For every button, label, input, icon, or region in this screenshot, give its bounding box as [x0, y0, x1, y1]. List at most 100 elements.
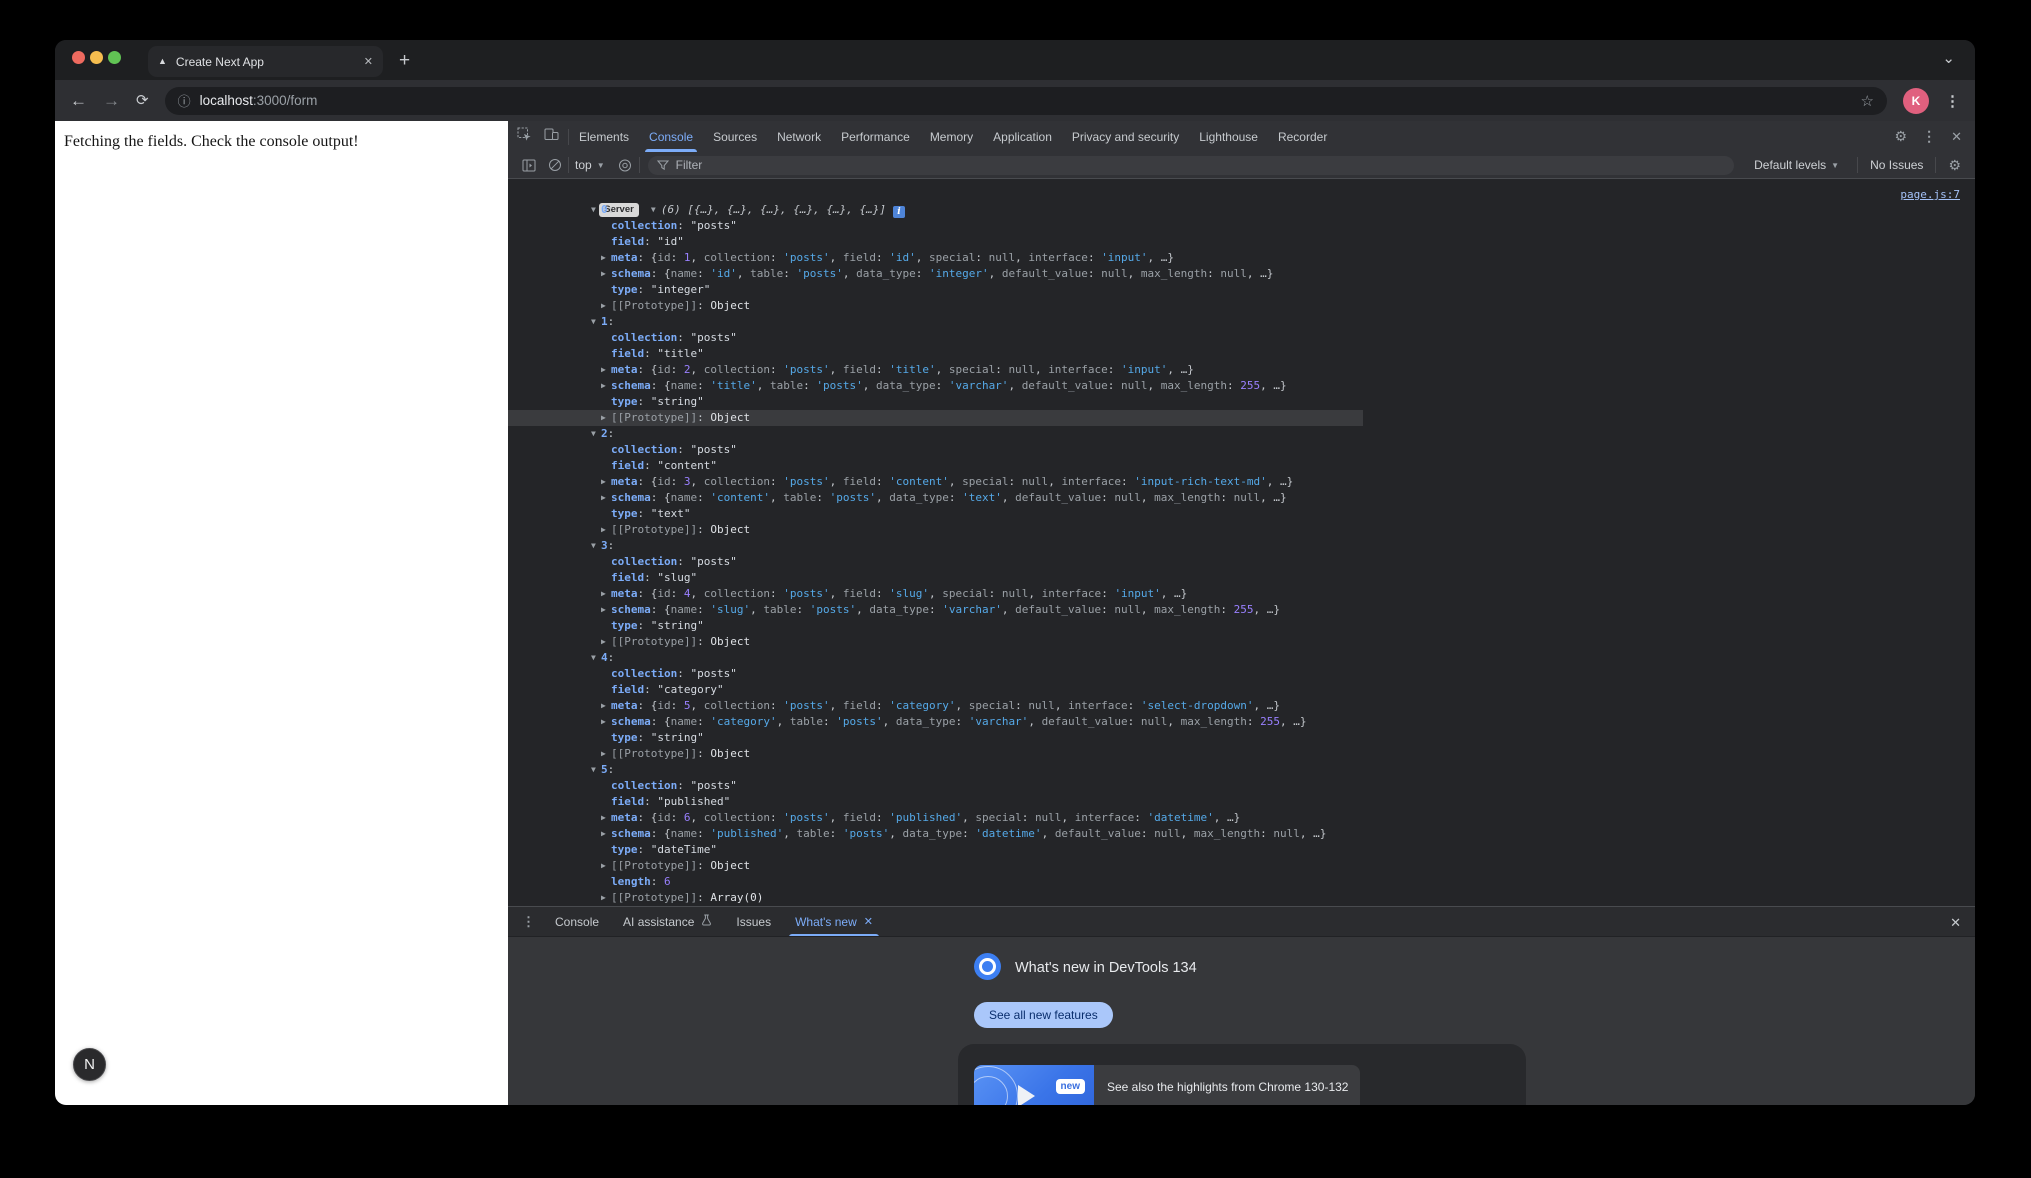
console-row: ▼2:: [508, 426, 1975, 442]
console-token: , …}: [1148, 251, 1175, 264]
log-levels-dropdown[interactable]: Default levels▼: [1754, 158, 1839, 172]
expand-arrow[interactable]: ▶: [601, 890, 611, 906]
console-token: :: [671, 475, 684, 488]
console-token: :: [1128, 715, 1141, 728]
tab-privacy-and-security[interactable]: Privacy and security: [1062, 121, 1189, 152]
expand-arrow[interactable]: ▶: [601, 298, 611, 314]
expand-arrow[interactable]: ▶: [601, 266, 611, 282]
close-window-button[interactable]: [72, 51, 85, 64]
execution-context-selector[interactable]: top▼: [575, 158, 605, 172]
expand-arrow[interactable]: ▶: [601, 362, 611, 378]
close-tab-icon[interactable]: ✕: [864, 915, 873, 928]
expand-arrow[interactable]: ▶: [601, 378, 611, 394]
tab-performance[interactable]: Performance: [831, 121, 920, 152]
tab-network[interactable]: Network: [767, 121, 831, 152]
tab-elements[interactable]: Elements: [569, 121, 639, 152]
console-sidebar-icon[interactable]: [522, 159, 536, 172]
console-token: schema: [611, 603, 651, 616]
tab-console[interactable]: Console: [543, 907, 611, 936]
tab-issues[interactable]: Issues: [724, 907, 783, 936]
expand-arrow[interactable]: ▶: [601, 250, 611, 266]
minimize-window-button[interactable]: [90, 51, 103, 64]
tab-recorder[interactable]: Recorder: [1268, 121, 1337, 152]
see-all-features-button[interactable]: See all new features: [974, 1002, 1113, 1028]
console-token: : {: [651, 379, 671, 392]
issues-counter[interactable]: No Issues: [1870, 158, 1923, 172]
expand-arrow[interactable]: ▶: [601, 522, 611, 538]
console-token: ,: [830, 363, 843, 376]
console-token: 'posts': [843, 827, 889, 840]
expand-arrow[interactable]: ▶: [601, 474, 611, 490]
browser-tab[interactable]: ▲ Create Next App ✕: [148, 46, 383, 77]
console-row: ▶[[Prototype]]: Object: [508, 858, 1975, 874]
console-token: schema: [611, 491, 651, 504]
site-info-icon[interactable]: ⓘ: [178, 91, 191, 110]
expand-arrow[interactable]: ▼: [591, 426, 601, 442]
expand-arrow[interactable]: ▶: [601, 826, 611, 842]
expand-arrow[interactable]: ▼: [591, 762, 601, 778]
profile-avatar[interactable]: K: [1903, 88, 1929, 114]
expand-arrow[interactable]: ▶: [601, 586, 611, 602]
tab-close-icon[interactable]: ✕: [364, 55, 373, 68]
console-token: 'posts': [783, 251, 829, 264]
nextjs-devtools-button[interactable]: N: [73, 1048, 106, 1081]
back-button[interactable]: ←: [70, 92, 87, 109]
expand-arrow[interactable]: ▶: [601, 858, 611, 874]
devtools-close-icon[interactable]: ✕: [1951, 129, 1962, 145]
expand-arrow[interactable]: ▼: [591, 314, 601, 330]
tab-application[interactable]: Application: [983, 121, 1062, 152]
console-settings-icon[interactable]: ⚙: [1948, 157, 1961, 174]
devtools-settings-icon[interactable]: ⚙: [1895, 128, 1908, 145]
live-expression-icon[interactable]: [617, 159, 633, 172]
url-bar[interactable]: ⓘ localhost:3000/form ☆: [165, 87, 1887, 115]
console-token: :: [770, 699, 783, 712]
bookmark-star-icon[interactable]: ☆: [1861, 92, 1874, 110]
console-token: [[Prototype]]: [611, 859, 697, 872]
tab-list-chevron-icon[interactable]: ⌄: [1942, 49, 1955, 67]
expand-arrow[interactable]: ▶: [601, 698, 611, 714]
console-token: Object: [710, 523, 750, 536]
video-thumbnail[interactable]: new: [974, 1065, 1094, 1105]
expand-arrow[interactable]: ▼: [591, 538, 601, 554]
expand-arrow[interactable]: ▶: [601, 602, 611, 618]
expand-arrow[interactable]: ▶: [601, 714, 611, 730]
console-filter[interactable]: [648, 156, 1735, 175]
drawer-close-icon[interactable]: ✕: [1950, 915, 1961, 931]
console-token: "integer": [651, 283, 711, 296]
devtools-menu-icon[interactable]: ⋮: [1922, 128, 1936, 145]
expand-arrow[interactable]: ▶: [601, 810, 611, 826]
expand-arrow[interactable]: ▼: [591, 202, 601, 218]
expand-arrow[interactable]: ▶: [601, 746, 611, 762]
tab-memory[interactable]: Memory: [920, 121, 983, 152]
reload-button[interactable]: ⟳: [136, 93, 149, 108]
highlights-video-link[interactable]: new See also the highlights from Chrome …: [974, 1065, 1360, 1105]
tab-ai-assistance[interactable]: AI assistance: [611, 907, 724, 936]
console-token: , …}: [1260, 379, 1287, 392]
expand-arrow[interactable]: ▶: [601, 634, 611, 650]
console-row: ▶schema: {name: 'category', table: 'post…: [508, 714, 1975, 730]
tab-console[interactable]: Console: [639, 121, 703, 152]
highlights-text: See also the highlights from Chrome 130-…: [1094, 1065, 1360, 1105]
device-toolbar-icon[interactable]: [544, 127, 559, 146]
tab-what-s-new[interactable]: What's new✕: [783, 907, 885, 936]
expand-arrow[interactable]: ▼: [591, 650, 601, 666]
expand-arrow[interactable]: ▶: [601, 410, 611, 426]
clear-console-icon[interactable]: [548, 158, 562, 172]
source-link[interactable]: page.js:7: [1900, 188, 1960, 201]
expand-arrow[interactable]: ▼: [651, 202, 661, 218]
tab-lighthouse[interactable]: Lighthouse: [1189, 121, 1268, 152]
console-token: data_type: [869, 603, 929, 616]
console-token: ,: [863, 379, 876, 392]
browser-menu-icon[interactable]: ⋮: [1945, 92, 1960, 110]
console-token: [[Prototype]]: [611, 891, 697, 904]
maximize-window-button[interactable]: [108, 51, 121, 64]
console-token: 'title': [710, 379, 756, 392]
console-token: :: [1141, 827, 1154, 840]
new-tab-button[interactable]: +: [399, 48, 410, 74]
drawer-menu-icon[interactable]: ⋮: [514, 914, 543, 930]
inspect-element-icon[interactable]: [517, 127, 532, 147]
forward-button[interactable]: →: [103, 92, 120, 109]
tab-sources[interactable]: Sources: [703, 121, 767, 152]
expand-arrow[interactable]: ▶: [601, 490, 611, 506]
filter-input[interactable]: [676, 158, 1726, 172]
